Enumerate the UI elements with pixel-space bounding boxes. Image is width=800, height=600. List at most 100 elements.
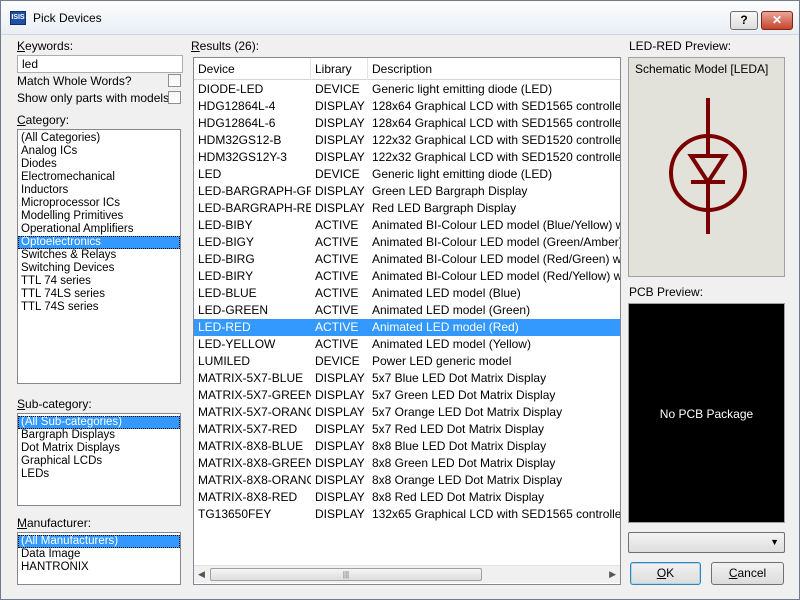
- column-header-library[interactable]: Library: [311, 58, 368, 80]
- match-whole-words-label: Match Whole Words?: [17, 74, 132, 88]
- results-table[interactable]: Device Library Description DIODE-LED DEVI…: [193, 57, 621, 585]
- column-header-device[interactable]: Device: [194, 58, 311, 80]
- table-row[interactable]: MATRIX-8X8-BLUE DISPLAY 8x8 Blue LED Dot M…: [194, 438, 620, 455]
- category-list-item[interactable]: Inductors: [18, 184, 180, 197]
- table-row[interactable]: LED DEVICE Generic light emitting diode (L…: [194, 166, 620, 183]
- column-header-description[interactable]: Description: [368, 58, 620, 80]
- pcb-package-dropdown[interactable]: ▼: [628, 532, 785, 553]
- table-row[interactable]: TG13650FEY DISPLAY 132x65 Graphical LCD wi…: [194, 506, 620, 523]
- ok-button[interactable]: OK: [630, 562, 701, 585]
- category-list-item[interactable]: Operational Amplifiers: [18, 223, 180, 236]
- table-row[interactable]: LUMILED DEVICE Power LED generic model: [194, 353, 620, 370]
- category-list[interactable]: (All Categories) Analog ICs Diodes Electrom…: [17, 129, 181, 384]
- table-row[interactable]: HDG12864L-6 DISPLAY 128x64 Graphical LCD w…: [194, 115, 620, 132]
- category-list-item[interactable]: Modelling Primitives: [18, 210, 180, 223]
- table-row[interactable]: LED-BIGY ACTIVE Animated BI-Colour LED mod…: [194, 234, 620, 251]
- table-row[interactable]: MATRIX-5X7-RED DISPLAY 5x7 Red LED Dot Mat…: [194, 421, 620, 438]
- description-cell: 5x7 Red LED Dot Matrix Display: [372, 422, 545, 436]
- table-row[interactable]: LED-YELLOW ACTIVE Animated LED model (Yell…: [194, 336, 620, 353]
- category-list-item[interactable]: Diodes: [18, 158, 180, 171]
- scroll-left-icon[interactable]: ◀: [198, 569, 205, 580]
- description-cell: Generic light emitting diode (LED): [372, 167, 553, 181]
- category-list-item[interactable]: Electromechanical: [18, 171, 180, 184]
- device-cell: LED-BARGRAPH-GRN: [198, 184, 311, 198]
- table-row[interactable]: DIODE-LED DEVICE Generic light emitting di…: [194, 81, 620, 98]
- pcb-preview: No PCB Package: [628, 303, 785, 523]
- subcategory-list[interactable]: (All Sub-categories) Bargraph Displays Dot…: [17, 413, 181, 506]
- table-row[interactable]: HDG12864L-4 DISPLAY 128x64 Graphical LCD w…: [194, 98, 620, 115]
- category-list-item[interactable]: Optoelectronics: [18, 236, 180, 249]
- results-horizontal-scrollbar[interactable]: ◀ ||| ▶: [194, 565, 620, 583]
- category-list-item[interactable]: Switches & Relays: [18, 249, 180, 262]
- show-only-models-checkbox[interactable]: [168, 91, 181, 104]
- subcategory-list-item[interactable]: Dot Matrix Displays: [18, 442, 180, 455]
- table-row[interactable]: MATRIX-5X7-BLUE DISPLAY 5x7 Blue LED Dot M…: [194, 370, 620, 387]
- description-cell: 8x8 Blue LED Dot Matrix Display: [372, 439, 547, 453]
- cancel-button[interactable]: Cancel: [711, 562, 784, 585]
- description-cell: 5x7 Green LED Dot Matrix Display: [372, 388, 556, 402]
- library-cell: ACTIVE: [315, 218, 359, 232]
- device-cell: MATRIX-8X8-BLUE: [198, 439, 304, 453]
- scroll-right-icon[interactable]: ▶: [609, 569, 616, 580]
- manufacturer-list[interactable]: (All Manufacturers) Data Image HANTRONIX: [17, 532, 181, 585]
- subcategory-list-item[interactable]: LEDs: [18, 468, 180, 481]
- device-cell: HDM32GS12Y-3: [198, 150, 287, 164]
- description-cell: 128x64 Graphical LCD with SED1565 contro…: [372, 116, 620, 130]
- table-row[interactable]: MATRIX-5X7-ORANGE DISPLAY 5x7 Orange LED D…: [194, 404, 620, 421]
- description-cell: 122x32 Graphical LCD with SED1520 contro…: [372, 133, 620, 147]
- table-row[interactable]: LED-BIRY ACTIVE Animated BI-Colour LED mod…: [194, 268, 620, 285]
- pick-devices-dialog: ISIS Pick Devices ? ✕ Keywords: led Matc…: [0, 0, 800, 600]
- description-cell: 8x8 Orange LED Dot Matrix Display: [372, 473, 563, 487]
- keywords-input[interactable]: led: [17, 55, 183, 73]
- subcategory-list-item[interactable]: Graphical LCDs: [18, 455, 180, 468]
- library-cell: DEVICE: [315, 167, 360, 181]
- device-cell: LED-BIRG: [198, 252, 255, 266]
- device-cell: MATRIX-8X8-GREEN: [198, 456, 311, 470]
- library-cell: DISPLAY: [315, 150, 365, 164]
- device-cell: HDG12864L-4: [198, 99, 276, 113]
- table-row[interactable]: LED-BLUE ACTIVE Animated LED model (Blue): [194, 285, 620, 302]
- library-cell: DISPLAY: [315, 133, 365, 147]
- table-row[interactable]: MATRIX-5X7-GREEN DISPLAY 5x7 Green LED Dot…: [194, 387, 620, 404]
- manufacturer-list-item[interactable]: (All Manufacturers): [18, 535, 180, 548]
- table-row[interactable]: LED-RED ACTIVE Animated LED model (Red): [194, 319, 620, 336]
- description-cell: Green LED Bargraph Display: [372, 184, 528, 198]
- category-list-item[interactable]: TTL 74 series: [18, 275, 180, 288]
- table-row[interactable]: MATRIX-8X8-RED DISPLAY 8x8 Red LED Dot Mat…: [194, 489, 620, 506]
- library-cell: ACTIVE: [315, 286, 359, 300]
- library-cell: DISPLAY: [315, 439, 365, 453]
- library-cell: DISPLAY: [315, 490, 365, 504]
- category-list-item[interactable]: TTL 74LS series: [18, 288, 180, 301]
- manufacturer-list-item[interactable]: HANTRONIX: [18, 561, 180, 574]
- table-row[interactable]: LED-BARGRAPH-RED DISPLAY Red LED Bargraph …: [194, 200, 620, 217]
- table-row[interactable]: LED-BARGRAPH-GRN DISPLAY Green LED Bargrap…: [194, 183, 620, 200]
- category-list-item[interactable]: Microprocessor ICs: [18, 197, 180, 210]
- device-cell: LED-BIBY: [198, 218, 253, 232]
- category-list-item[interactable]: TTL 74S series: [18, 301, 180, 314]
- table-row[interactable]: LED-GREEN ACTIVE Animated LED model (Green…: [194, 302, 620, 319]
- device-cell: MATRIX-8X8-ORANGE: [198, 473, 311, 487]
- close-button[interactable]: ✕: [761, 11, 793, 30]
- scrollbar-thumb[interactable]: |||: [210, 568, 482, 581]
- table-row[interactable]: MATRIX-8X8-GREEN DISPLAY 8x8 Green LED Dot…: [194, 455, 620, 472]
- device-cell: HDG12864L-6: [198, 116, 276, 130]
- table-row[interactable]: HDM32GS12Y-3 DISPLAY 122x32 Graphical LCD …: [194, 149, 620, 166]
- help-button[interactable]: ?: [730, 11, 758, 30]
- match-whole-words-checkbox[interactable]: [168, 74, 181, 87]
- isis-app-icon: ISIS: [10, 11, 26, 25]
- description-cell: 128x64 Graphical LCD with SED1565 contro…: [372, 99, 620, 113]
- category-list-item[interactable]: Analog ICs: [18, 145, 180, 158]
- subcategory-list-item[interactable]: Bargraph Displays: [18, 429, 180, 442]
- manufacturer-list-item[interactable]: Data Image: [18, 548, 180, 561]
- table-row[interactable]: MATRIX-8X8-ORANGE DISPLAY 8x8 Orange LED D…: [194, 472, 620, 489]
- table-row[interactable]: HDM32GS12-B DISPLAY 122x32 Graphical LCD w…: [194, 132, 620, 149]
- title-bar[interactable]: ISIS Pick Devices ? ✕: [1, 1, 799, 35]
- category-list-item[interactable]: (All Categories): [18, 132, 180, 145]
- category-list-item[interactable]: Switching Devices: [18, 262, 180, 275]
- subcategory-list-item[interactable]: (All Sub-categories): [18, 416, 180, 429]
- description-cell: Animated LED model (Yellow): [372, 337, 531, 351]
- table-row[interactable]: LED-BIBY ACTIVE Animated BI-Colour LED mod…: [194, 217, 620, 234]
- library-cell: ACTIVE: [315, 252, 359, 266]
- library-cell: DISPLAY: [315, 99, 365, 113]
- table-row[interactable]: LED-BIRG ACTIVE Animated BI-Colour LED mod…: [194, 251, 620, 268]
